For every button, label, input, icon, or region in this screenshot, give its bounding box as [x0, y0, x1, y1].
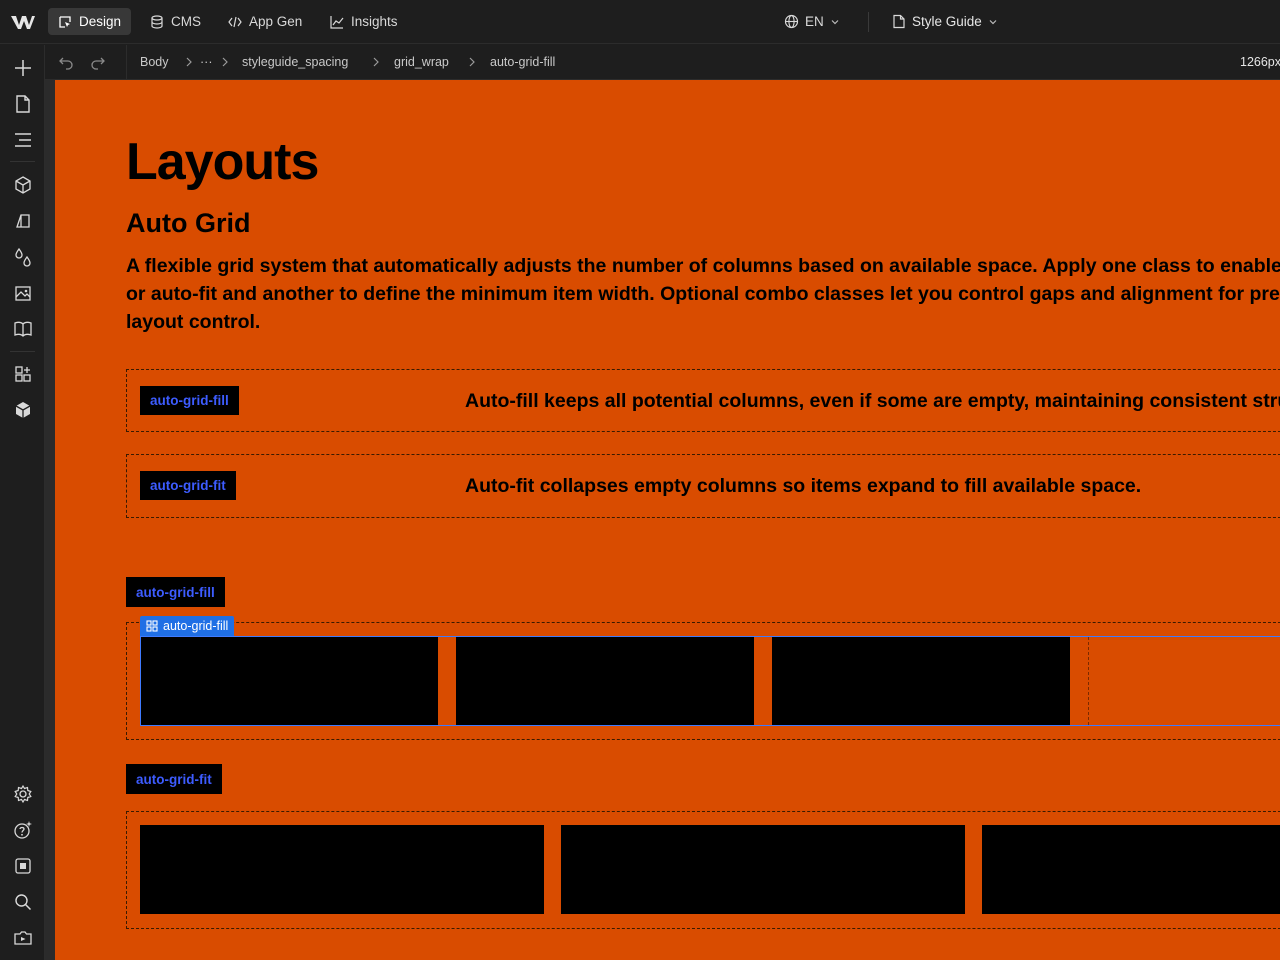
assets-icon — [15, 286, 31, 301]
tab-cms[interactable]: CMS — [140, 8, 211, 35]
canvas-width-readout: 1266px — [1240, 55, 1280, 69]
library-icon — [14, 321, 32, 337]
redo-icon[interactable] — [90, 54, 106, 70]
info-row[interactable]: auto-grid-fill Auto-fill keeps all poten… — [126, 369, 1280, 432]
page-name: Style Guide — [912, 14, 982, 29]
navigator-icon — [15, 133, 31, 147]
tab-insights[interactable]: Insights — [320, 8, 408, 35]
components-panel-button[interactable] — [11, 173, 35, 197]
variables-panel-button[interactable] — [11, 245, 35, 269]
tab-app-gen-label: App Gen — [249, 14, 303, 29]
video-tutorials-button[interactable] — [11, 926, 35, 950]
left-toolbar — [0, 45, 45, 960]
page-selector[interactable]: Style Guide — [892, 8, 998, 35]
add-icon — [15, 60, 31, 76]
breadcrumb-grid-wrap[interactable]: grid_wrap — [394, 55, 449, 69]
add-panel-button[interactable] — [11, 56, 35, 80]
stop-preview-button[interactable] — [11, 854, 35, 878]
search-icon — [15, 894, 32, 911]
video-icon — [14, 931, 32, 945]
locale-selector[interactable]: EN — [784, 8, 840, 35]
divider — [868, 12, 869, 32]
tab-design-label: Design — [79, 14, 122, 29]
chart-icon — [330, 15, 344, 29]
tab-app-gen[interactable]: App Gen — [218, 8, 312, 35]
rail-divider — [10, 351, 35, 352]
section-heading: Auto Grid — [126, 208, 251, 238]
grid-item[interactable] — [982, 825, 1280, 914]
library-panel-button[interactable] — [11, 317, 35, 341]
grid-item[interactable] — [456, 637, 754, 725]
row-description: Auto-fit collapses empty columns so item… — [465, 475, 1142, 497]
grid-item[interactable] — [772, 637, 1070, 725]
breadcrumb-ellipsis[interactable]: ··· — [200, 55, 213, 69]
undo-icon[interactable] — [58, 54, 74, 70]
packages-panel-button[interactable] — [11, 398, 35, 422]
assets-panel-button[interactable] — [11, 281, 35, 305]
stop-icon — [15, 858, 31, 874]
styles-panel-button[interactable] — [11, 209, 35, 233]
class-tag: auto-grid-fill — [140, 386, 239, 415]
empty-grid-track — [1088, 637, 1280, 725]
variables-icon — [15, 247, 31, 267]
tab-design[interactable]: Design — [48, 8, 132, 35]
cursor-icon — [59, 15, 71, 28]
info-row[interactable]: auto-grid-fit Auto-fit collapses empty c… — [126, 454, 1280, 518]
chevron-right-icon — [186, 57, 192, 67]
help-icon — [14, 821, 32, 839]
tab-insights-label: Insights — [351, 14, 398, 29]
grid-item[interactable] — [561, 825, 965, 914]
locale-label: EN — [805, 14, 824, 29]
selected-element-label[interactable]: auto-grid-fill — [140, 616, 235, 636]
components-icon — [15, 176, 31, 194]
grid-item[interactable] — [140, 825, 544, 914]
class-tag[interactable]: auto-grid-fill — [126, 577, 225, 607]
tab-cms-label: CMS — [171, 14, 201, 29]
database-icon — [151, 14, 163, 29]
chevron-right-icon — [469, 57, 475, 67]
breadcrumb-auto-grid-fill[interactable]: auto-grid-fill — [490, 55, 555, 69]
chevron-down-icon — [989, 19, 997, 24]
class-tag: auto-grid-fit — [140, 471, 236, 500]
webflow-logo-icon[interactable] — [10, 11, 36, 33]
grid-icon — [146, 620, 158, 632]
row-description: Auto-fill keeps all potential columns, e… — [465, 390, 1280, 412]
navigator-panel-button[interactable] — [11, 128, 35, 152]
apps-panel-button[interactable] — [11, 362, 35, 386]
selected-element-name: auto-grid-fill — [163, 619, 229, 633]
top-bar: Design CMS App Gen Insights EN Style Gui… — [0, 0, 1280, 44]
globe-icon — [784, 14, 799, 29]
page-icon — [893, 14, 905, 29]
code-icon — [228, 16, 242, 27]
grid-item[interactable] — [141, 637, 438, 725]
styles-icon — [16, 214, 30, 228]
settings-panel-button[interactable] — [11, 782, 35, 806]
apps-icon — [15, 366, 31, 382]
divider — [126, 45, 127, 80]
breadcrumb-body[interactable]: Body — [140, 55, 169, 69]
rail-divider — [10, 161, 35, 162]
chevron-down-icon — [831, 19, 839, 24]
section-description: A flexible grid system that automaticall… — [126, 255, 1280, 333]
pages-panel-button[interactable] — [11, 92, 35, 116]
packages-icon — [15, 402, 31, 418]
page-title: Layouts — [126, 133, 319, 191]
breadcrumb-styleguide-spacing[interactable]: styleguide_spacing — [242, 55, 348, 69]
design-canvas[interactable]: Layouts Auto Grid A flexible grid system… — [55, 80, 1280, 960]
breadcrumb-bar: Body ··· styleguide_spacing grid_wrap au… — [45, 45, 1280, 80]
pages-icon — [16, 95, 30, 113]
settings-icon — [14, 784, 32, 804]
search-panel-button[interactable] — [11, 890, 35, 914]
canvas-gutter — [45, 80, 55, 960]
class-tag[interactable]: auto-grid-fit — [126, 764, 222, 794]
chevron-right-icon — [222, 57, 228, 67]
chevron-right-icon — [373, 57, 379, 67]
help-panel-button[interactable] — [11, 818, 35, 842]
